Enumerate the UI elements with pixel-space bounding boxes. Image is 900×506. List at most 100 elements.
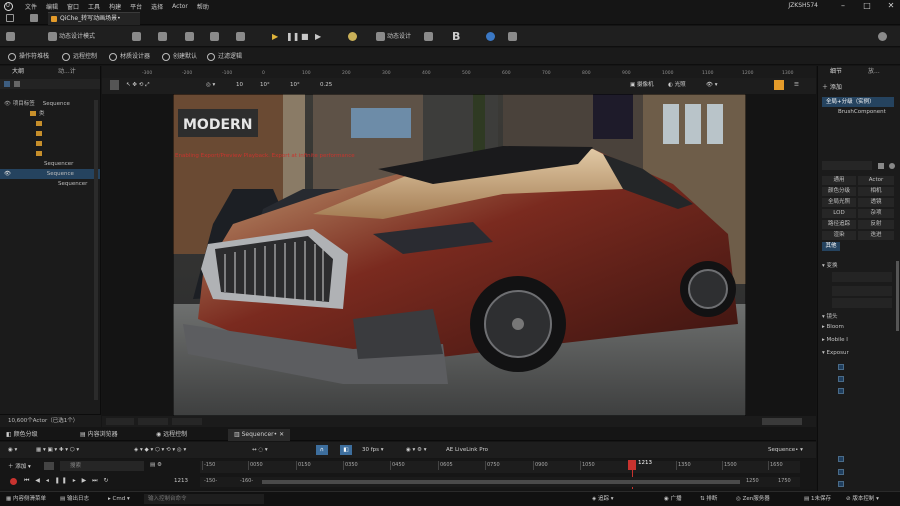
cinematics-icon[interactable]: [185, 31, 194, 42]
source-control-button[interactable]: ⊘ 版本控制 ▾: [846, 494, 879, 505]
checkbox[interactable]: [838, 481, 844, 487]
tab-motion[interactable]: 动...计: [50, 66, 76, 78]
checkbox[interactable]: [838, 469, 844, 475]
coord-field-z[interactable]: [172, 418, 202, 425]
add-component-button[interactable]: ＋ 添加: [822, 82, 842, 91]
material-designer-button[interactable]: 材质设计器: [109, 51, 150, 62]
seq-save-icon[interactable]: ◉ ▾: [8, 445, 17, 455]
content-drawer-button[interactable]: ▦ 内容侧滑菜单: [6, 494, 46, 505]
filter-logic-button[interactable]: 过滤逻辑: [207, 51, 242, 62]
section-mobile[interactable]: ▸ Mobile I: [822, 337, 848, 343]
transform-tools[interactable]: ↖ ✥ ⟲ ⤢: [126, 80, 149, 90]
category-path-tracing[interactable]: 路径追踪: [822, 220, 856, 229]
level-icon[interactable]: [30, 14, 38, 22]
category-color-grading[interactable]: 颜色分级: [822, 187, 856, 196]
coord-field-x[interactable]: [106, 418, 134, 425]
view-options-icon[interactable]: [878, 163, 884, 169]
seq-keys[interactable]: ◉ ▾ ⚙ ▾: [406, 445, 427, 455]
livelink-button[interactable]: AE LiveLink Pro: [446, 445, 488, 455]
play-button[interactable]: ▶: [272, 31, 278, 42]
range-bar[interactable]: -150- -160- 1250 1750: [200, 477, 800, 487]
search-icon[interactable]: [14, 81, 20, 87]
seq-edit-tools[interactable]: ↔ ◌ ▾: [252, 445, 268, 455]
show-button[interactable]: 👁 ▾: [706, 80, 718, 90]
current-frame[interactable]: 1213: [174, 478, 188, 484]
category-camera[interactable]: 相机: [858, 187, 894, 196]
zoom-snap[interactable]: 0.25: [320, 80, 332, 90]
outliner-scrollbar[interactable]: [94, 100, 98, 400]
category-misc[interactable]: 杂项: [858, 209, 894, 218]
menu-file[interactable]: 文件: [25, 2, 37, 11]
console-input[interactable]: 输入控制台命令: [144, 494, 264, 504]
sequence-name[interactable]: Sequence• ▾: [768, 445, 803, 455]
tab-content-browser[interactable]: ▤ 内容浏览器: [80, 429, 118, 441]
tab-place[interactable]: 放...: [860, 66, 880, 78]
range-slider[interactable]: [262, 480, 740, 484]
checkbox[interactable]: [838, 388, 844, 394]
section-transform[interactable]: ▾ 变换: [822, 261, 838, 269]
zen-server-button[interactable]: ◎ Zen服务器: [736, 494, 770, 505]
save-icon[interactable]: [6, 31, 15, 42]
list-item[interactable]: 👁 项目标签 Sequence: [0, 99, 100, 109]
menu-help[interactable]: 帮助: [197, 2, 209, 11]
list-item[interactable]: Sequencer: [0, 159, 100, 169]
category-reflection[interactable]: 反射: [858, 220, 894, 229]
seq-actions[interactable]: ▦ ▾ ▣ ▾ ✚ ▾ ⬡ ▾: [36, 445, 79, 455]
tab-sequencer[interactable]: ▥ Sequencer• ✕: [228, 429, 291, 441]
category-actor[interactable]: Actor: [858, 176, 894, 185]
motion-design-button[interactable]: 动态设计: [376, 31, 411, 42]
home-icon[interactable]: [6, 14, 14, 22]
checkbox[interactable]: [838, 376, 844, 382]
unreal-logo-icon[interactable]: U: [0, 0, 16, 12]
cmd-selector[interactable]: ▸ Cmd ▾: [108, 494, 130, 505]
blueprint-icon[interactable]: [158, 31, 167, 42]
menu-actor[interactable]: Actor: [172, 3, 188, 10]
unsaved-button[interactable]: ▤ 1未保存: [804, 494, 831, 505]
section-bloom[interactable]: ▸ Bloom: [822, 324, 844, 330]
tab-outliner[interactable]: 大纲: [4, 66, 24, 78]
coord-field-y[interactable]: [138, 418, 168, 425]
tab-color-grading[interactable]: ◧ 颜色分级: [6, 429, 38, 441]
list-item[interactable]: [0, 139, 100, 149]
snap-rotation[interactable]: ◎ ▾: [206, 80, 215, 90]
menu-select[interactable]: 选择: [151, 2, 163, 11]
category-advanced[interactable]: 迭进: [858, 231, 894, 240]
menu-tools[interactable]: 工具: [88, 2, 100, 11]
checkbox[interactable]: [838, 364, 844, 370]
scene-render[interactable]: MODERN Enabling Export/Preview Playback.…: [173, 94, 746, 416]
tab-details[interactable]: 细节: [822, 66, 842, 78]
menu-build[interactable]: 构建: [109, 2, 121, 11]
derived-data-button[interactable]: ⇅ 排断: [700, 494, 717, 505]
layout-icon[interactable]: [424, 31, 433, 42]
tab-level[interactable]: QiChe_转写动画场景•: [48, 12, 140, 25]
settings-gear-icon[interactable]: [878, 31, 887, 42]
section-lens[interactable]: ▾ 镜头: [822, 312, 838, 320]
tab-remote-control[interactable]: ◉ 远程控制: [156, 429, 187, 441]
rotation-snap[interactable]: 10°: [260, 80, 270, 90]
filter-icon[interactable]: [44, 462, 54, 470]
broadcast-button[interactable]: ◉ 广播: [664, 494, 682, 505]
time-ruler[interactable]: -150 0050 0150 0350 0450 0605 0750 0900 …: [200, 461, 800, 473]
list-item[interactable]: Sequencer: [0, 179, 100, 189]
remote-control-button[interactable]: 远程控制: [62, 51, 97, 62]
playback-buttons[interactable]: ⏮ ◀ ◂ ❚❚ ▸ ▶ ⏭ ↻: [24, 477, 111, 485]
build-icon[interactable]: [210, 31, 219, 42]
maximize-icon[interactable]: □: [862, 1, 872, 11]
realtime-toggle[interactable]: [774, 80, 784, 90]
minimize-icon[interactable]: –: [838, 1, 848, 11]
track-options[interactable]: ▤ ⚙: [150, 462, 162, 468]
menu-window[interactable]: 窗口: [67, 2, 79, 11]
menu-platform[interactable]: 平台: [130, 2, 142, 11]
list-item[interactable]: [0, 129, 100, 139]
create-default-button[interactable]: 创建默认: [162, 51, 197, 62]
plugin-icon[interactable]: [508, 31, 517, 42]
viewport-options-icon[interactable]: ☰: [794, 80, 799, 90]
playback-toggle[interactable]: ◧: [340, 445, 352, 455]
component-name[interactable]: BrushComponent: [838, 109, 886, 115]
settings-icon[interactable]: [889, 163, 895, 169]
globe-icon[interactable]: [486, 31, 495, 42]
details-scrollbar[interactable]: [896, 261, 899, 331]
list-item-selected[interactable]: 👁 Sequence: [0, 169, 100, 179]
category-lod[interactable]: LOD: [822, 209, 856, 218]
component-filter[interactable]: 全局+分级（实例）: [822, 97, 894, 107]
